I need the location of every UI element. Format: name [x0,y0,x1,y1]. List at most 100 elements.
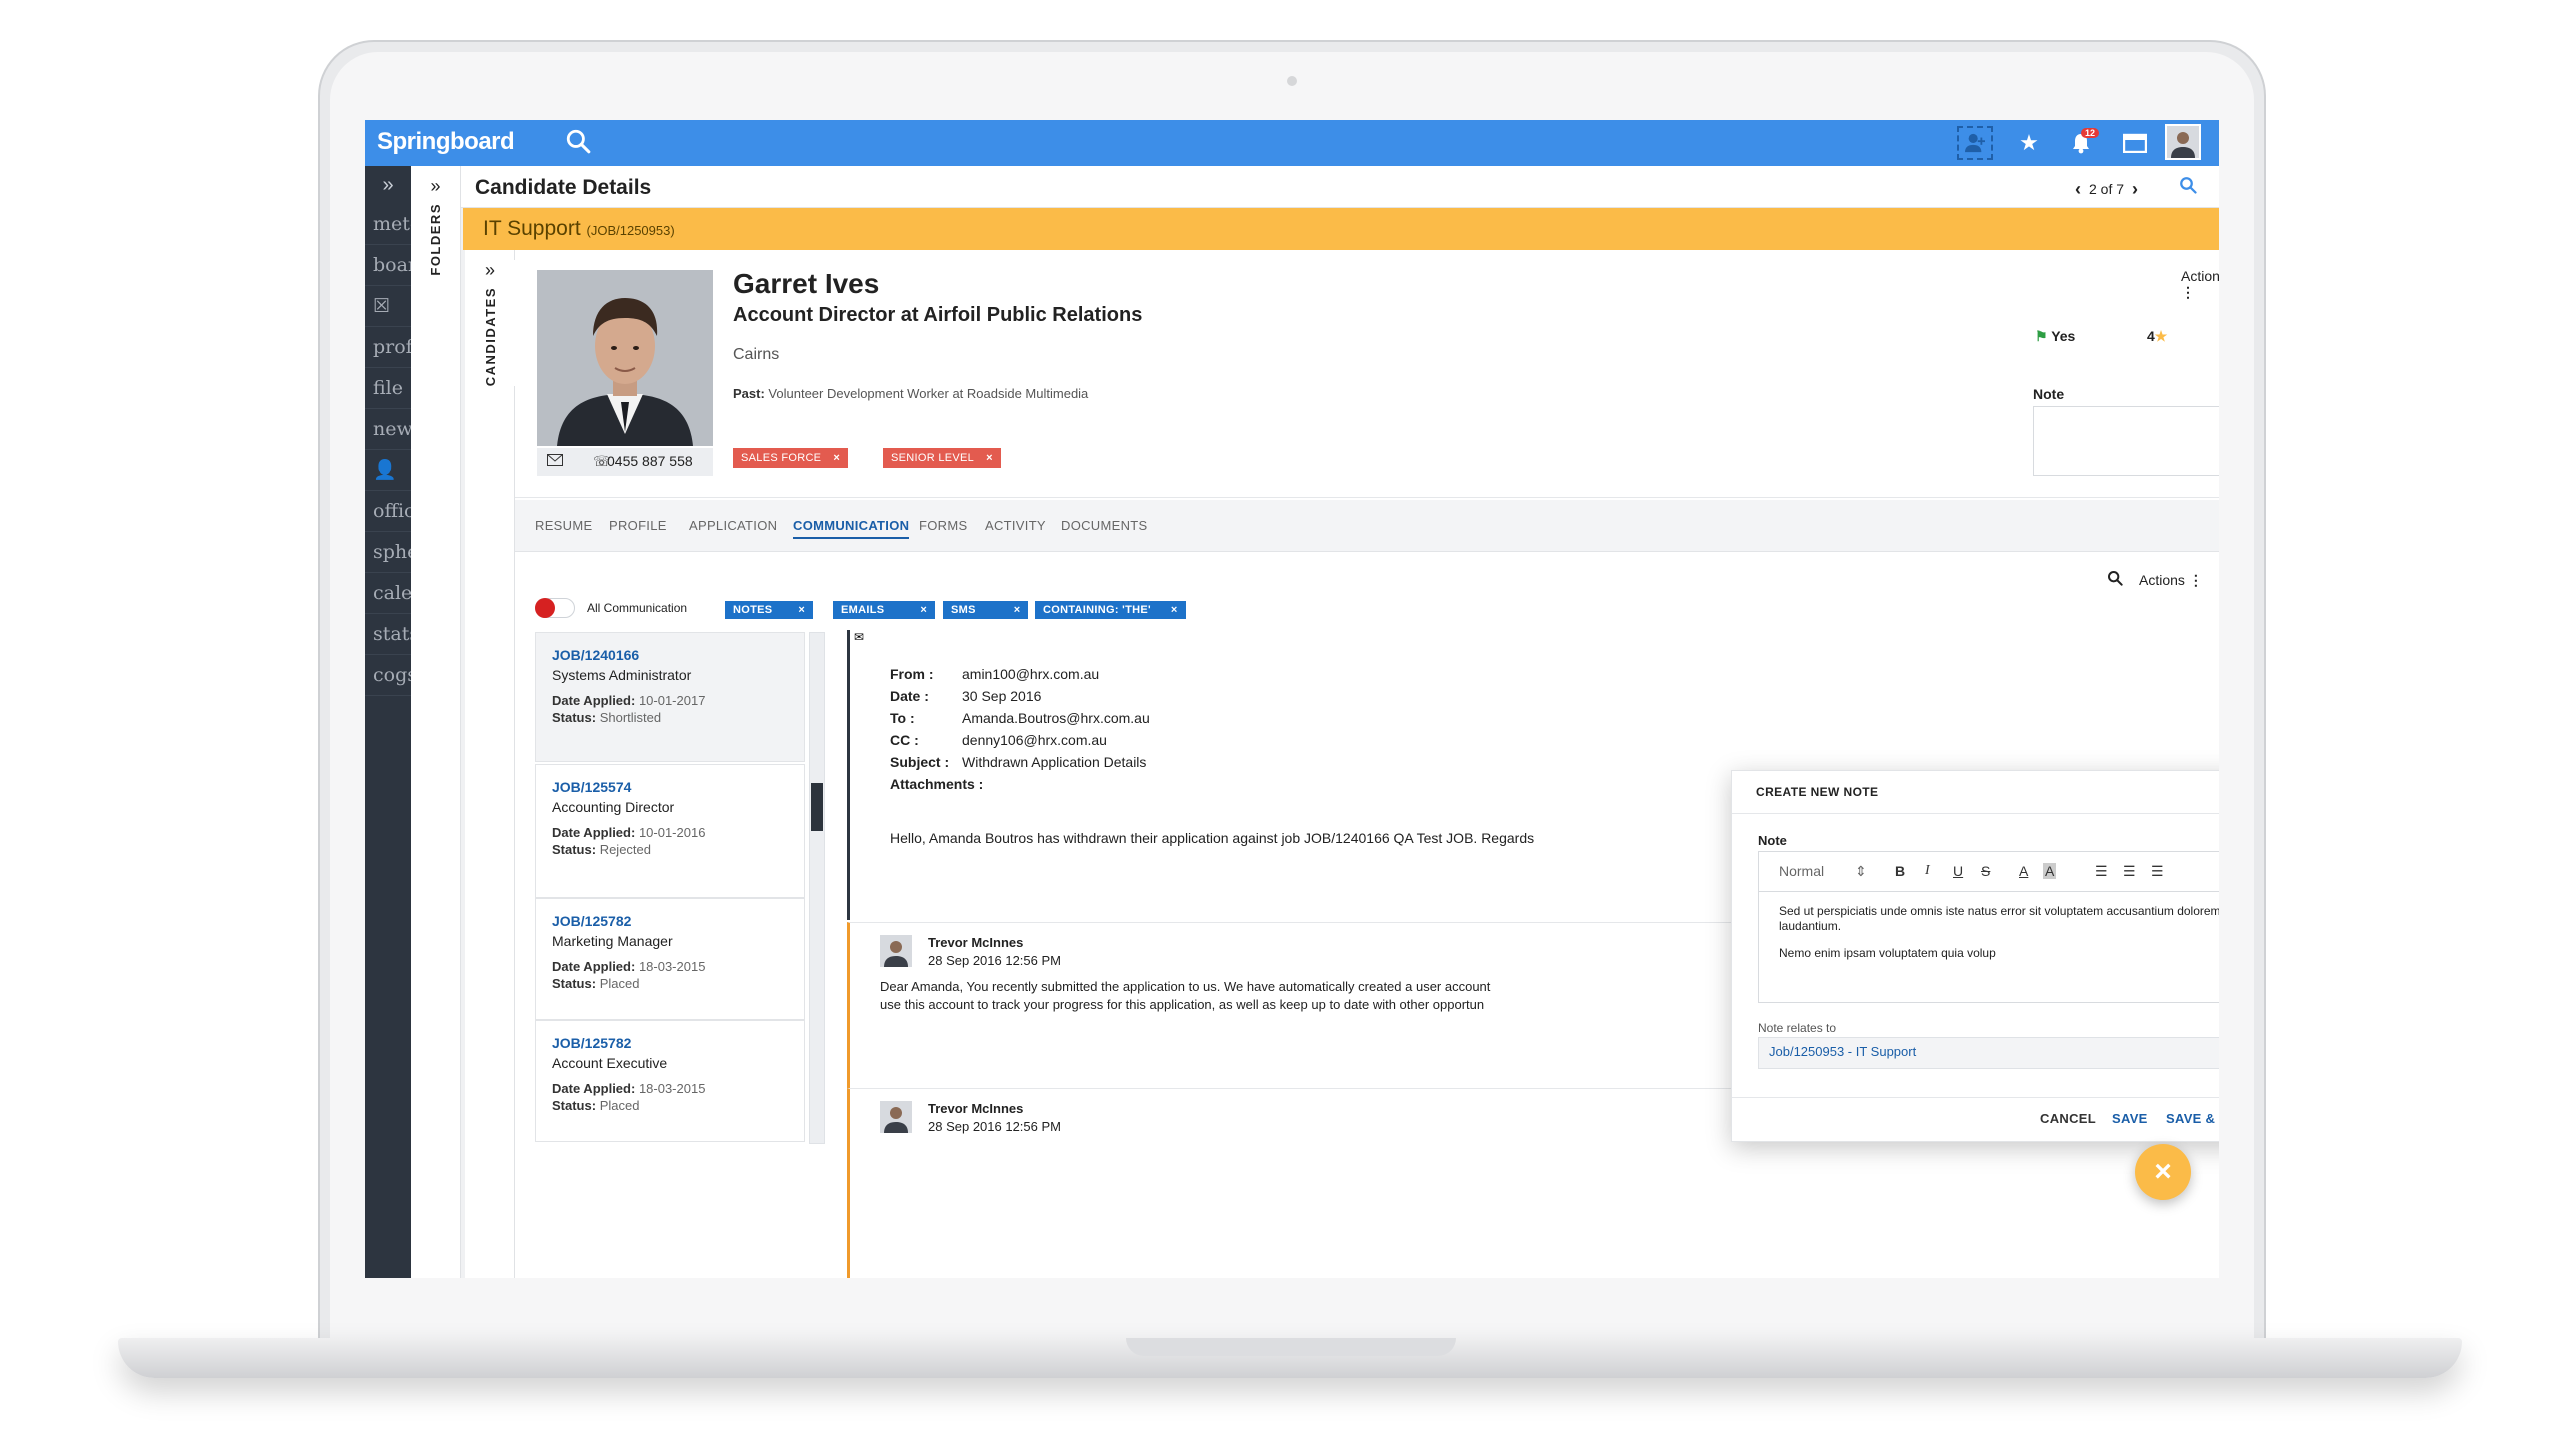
application-card[interactable]: JOB/125782 Account Executive Date Applie… [535,1020,805,1142]
filter-chip-sms[interactable]: SMS × [943,601,1029,619]
bell-icon[interactable]: 12 [2063,126,2099,160]
user-avatar[interactable] [2165,124,2201,160]
indent-icon[interactable]: ☰ [2151,863,2164,880]
folders-strip: » FOLDERS [411,166,461,1278]
highlight-icon[interactable]: A [2043,863,2057,879]
note-editor[interactable]: Normal ⇕ B I U S A A ☰ ☰ ☰ Sed ut perspi… [1758,851,2219,1003]
expand-candidates-icon[interactable]: » [465,260,515,281]
nav-item-sphere[interactable]: sphe [365,532,411,573]
remove-tag-icon[interactable]: × [986,452,993,464]
add-candidate-icon[interactable] [1957,126,1993,160]
profile-note-box[interactable] [2033,406,2219,476]
springboard-logo[interactable]: Springboard [377,128,515,156]
candidate-past: Past: Volunteer Development Worker at Ro… [733,386,1088,401]
nav-item-office[interactable]: offic [365,491,411,532]
save-button[interactable]: SAVE [2112,1111,2148,1126]
thread-timestamp: 28 Sep 2016 12:56 PM [928,1119,1061,1134]
close-fab-icon[interactable]: × [2135,1144,2191,1200]
save-next-candidate-button[interactable]: SAVE & NEXT CANDIDATE [2166,1111,2219,1126]
laptop-notch [1126,1338,1456,1356]
nav-item-meetings[interactable]: mete [365,204,411,245]
thread-body-line: use this account to track your progress … [880,997,1485,1012]
cancel-button[interactable]: CANCEL [2040,1111,2096,1126]
format-select-caret-icon[interactable]: ⇕ [1855,863,1867,880]
note-relates-label: Note relates to [1758,1021,1837,1035]
zoom-icon[interactable] [2107,570,2123,591]
application-card[interactable]: JOB/1240166 Systems Administrator Date A… [535,632,805,762]
email-from: From : amin100@hrx.com.au [890,666,1100,682]
bold-icon[interactable]: B [1895,863,1905,879]
note-content[interactable]: Sed ut perspiciatis unde omnis iste natu… [1759,892,2219,973]
nav-item-profile[interactable]: prof [365,327,411,368]
remove-filter-icon[interactable]: × [1014,604,1021,616]
nav-item-cogs[interactable]: cogs [365,655,411,696]
email-icon[interactable] [547,453,563,469]
filter-chip-containing[interactable]: CONTAINING: 'THE' × [1035,601,1186,619]
tab-documents[interactable]: DOCUMENTS [1061,518,1147,533]
flag-status[interactable]: ⚑ Yes [2035,328,2075,345]
all-communication-toggle[interactable] [535,598,575,618]
expand-nav-icon[interactable]: » [365,174,411,204]
application-job-id[interactable]: JOB/125782 [552,1035,788,1051]
tab-bar: RESUME PROFILE APPLICATION COMMUNICATION… [515,500,2219,552]
format-select[interactable]: Normal [1779,863,1824,879]
candidate-rating[interactable]: 4★ [2147,328,2167,345]
scrollbar-thumb[interactable] [811,783,823,831]
nav-item-board[interactable]: boar [365,245,411,286]
camera [1287,76,1297,86]
strikethrough-icon[interactable]: S [1981,863,1990,879]
tab-profile[interactable]: PROFILE [609,518,667,533]
calendar-icon[interactable] [2117,126,2153,160]
italic-icon[interactable]: I [1925,863,1930,879]
application-card[interactable]: JOB/125782 Marketing Manager Date Applie… [535,898,805,1020]
tab-forms[interactable]: FORMS [919,518,967,533]
text-color-icon[interactable]: A [2019,863,2028,879]
remove-filter-icon[interactable]: × [1171,604,1178,616]
filter-chip-notes[interactable]: NOTES × [725,601,814,619]
remove-filter-icon[interactable]: × [798,604,805,616]
folders-label[interactable]: FOLDERS [428,203,443,276]
rating-value: 4 [2147,328,2155,344]
communication-actions[interactable]: Actions ⋮ [2139,572,2203,589]
contact-bar: ☏ 0455 887 558 [537,448,713,476]
underline-icon[interactable]: U [1953,863,1963,879]
nav-item-person[interactable]: 👤 [365,450,411,491]
application-job-id[interactable]: JOB/1240166 [552,647,788,663]
ordered-list-icon[interactable]: ☰ [2095,863,2108,880]
nav-item-stats[interactable]: stats [365,614,411,655]
expand-folders-icon[interactable]: » [411,176,460,197]
application-card[interactable]: JOB/125574 Accounting Director Date Appl… [535,764,805,898]
nav-item-new[interactable]: new [365,409,411,450]
application-job-id[interactable]: JOB/125782 [552,913,788,929]
profile-actions[interactable]: Actions ⋮ [2181,268,2219,301]
application-date: Date Applied: 10-01-2017 [552,693,706,708]
nav-item-file[interactable]: file [365,368,411,409]
application-title: Account Executive [552,1055,668,1071]
tab-communication[interactable]: COMMUNICATION [793,518,910,539]
candidate-role: Account Director at Airfoil Public Relat… [733,304,1143,326]
next-candidate-icon[interactable]: › [2132,179,2138,199]
remove-tag-icon[interactable]: × [833,452,840,464]
note-relates-select[interactable]: Job/1250953 - IT Support [1758,1037,2219,1069]
header-search-icon[interactable] [2179,176,2197,199]
nav-item-box[interactable]: ☒ [365,286,411,327]
tab-application[interactable]: APPLICATION [689,518,777,533]
nav-item-calendar[interactable]: cale [365,573,411,614]
application-job-id[interactable]: JOB/125574 [552,779,788,795]
application-list-scrollbar[interactable] [809,632,825,1144]
tab-activity[interactable]: ACTIVITY [985,518,1046,533]
candidates-label[interactable]: CANDIDATES [483,287,498,386]
search-icon[interactable] [565,128,593,156]
candidate-phone[interactable]: 0455 887 558 [607,453,693,469]
prev-candidate-icon[interactable]: ‹ [2075,179,2081,199]
tab-resume[interactable]: RESUME [535,518,592,533]
bullet-list-icon[interactable]: ☰ [2123,863,2136,880]
tag-sales-force[interactable]: SALES FORCE × [733,448,849,468]
application-status: Status: Shortlisted [552,710,662,725]
tag-senior-level[interactable]: SENIOR LEVEL × [883,448,1001,468]
star-icon[interactable]: ★ [2011,126,2047,160]
divider [1732,813,2219,814]
filter-chip-emails[interactable]: EMAILS × [833,601,936,619]
remove-filter-icon[interactable]: × [920,604,927,616]
top-bar: Springboard ★ 12 [365,120,2219,166]
